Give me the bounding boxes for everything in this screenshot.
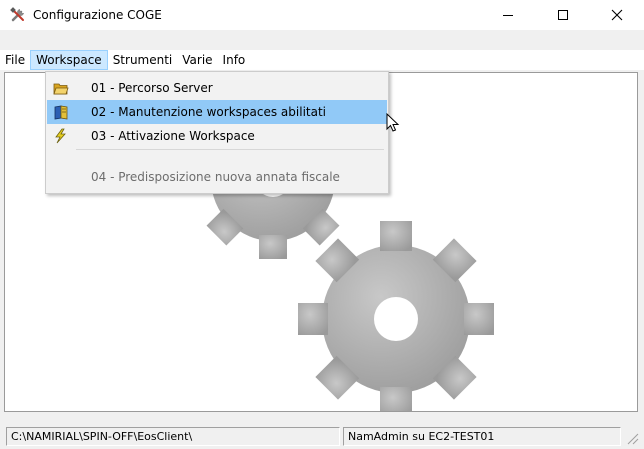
app-window: Configurazione COGE File Workspace Strum… xyxy=(0,0,644,449)
menu-item-predisposizione-annata: 04 - Predisposizione nuova annata fiscal… xyxy=(47,165,387,189)
close-icon xyxy=(611,9,623,21)
menu-item-label: 03 - Attivazione Workspace xyxy=(91,129,255,143)
menu-varie[interactable]: Varie xyxy=(177,50,217,70)
minimize-icon xyxy=(503,15,513,16)
menu-file[interactable]: File xyxy=(0,50,30,70)
menu-strumenti[interactable]: Strumenti xyxy=(108,50,178,70)
resize-grip-icon[interactable] xyxy=(622,428,640,446)
close-button[interactable] xyxy=(594,0,640,30)
tools-icon[interactable] xyxy=(10,7,26,23)
menu-item-attivazione-workspace[interactable]: 03 - Attivazione Workspace xyxy=(47,124,387,148)
mouse-cursor-icon xyxy=(386,113,400,132)
book-icon xyxy=(54,105,68,120)
maximize-button[interactable] xyxy=(540,0,586,30)
title-bar: Configurazione COGE xyxy=(0,0,644,30)
menu-item-label: 02 - Manutenzione workspaces abilitati xyxy=(91,105,326,119)
menu-workspace[interactable]: Workspace xyxy=(30,50,108,70)
maximize-icon xyxy=(558,10,568,20)
minimize-button[interactable] xyxy=(485,0,531,30)
workspace-menu: 01 - Percorso Server 02 - Manutenzione w… xyxy=(45,71,389,194)
status-bar: C:\NAMIRIAL\SPIN-OFF\EosClient\ NamAdmin… xyxy=(0,424,644,449)
menu-separator xyxy=(76,149,384,150)
status-path: C:\NAMIRIAL\SPIN-OFF\EosClient\ xyxy=(6,427,340,446)
menu-item-label: 01 - Percorso Server xyxy=(91,81,213,95)
lightning-icon xyxy=(55,128,66,144)
menu-item-label: 04 - Predisposizione nuova annata fiscal… xyxy=(91,170,340,184)
open-folder-icon xyxy=(53,83,69,95)
window-title: Configurazione COGE xyxy=(33,8,162,22)
menu-bar: File Workspace Strumenti Varie Info xyxy=(0,50,644,70)
menu-item-manutenzione-workspaces[interactable]: 02 - Manutenzione workspaces abilitati xyxy=(47,100,387,124)
menu-info[interactable]: Info xyxy=(218,50,251,70)
menu-item-percorso-server[interactable]: 01 - Percorso Server xyxy=(47,76,387,100)
status-user: NamAdmin su EC2-TEST01 xyxy=(343,427,621,446)
